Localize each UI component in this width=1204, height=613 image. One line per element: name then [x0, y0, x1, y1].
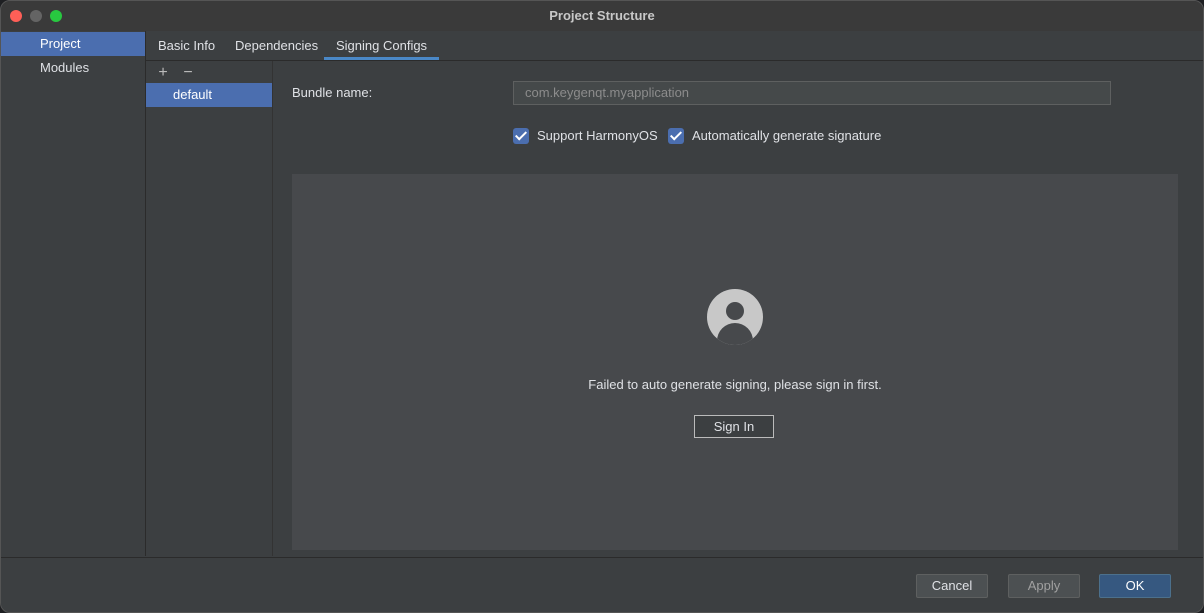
auto-generate-signature-checkbox[interactable]: Automatically generate signature: [668, 127, 881, 145]
support-harmonyos-label: Support HarmonyOS: [537, 128, 658, 143]
checkbox-checked-icon: [513, 127, 529, 144]
signing-config-form: Bundle name: com.keygenqt.myapplication …: [273, 61, 1203, 556]
remove-config-button[interactable]: −: [179, 64, 197, 82]
tab-basic-info[interactable]: Basic Info: [146, 31, 227, 60]
config-item-default[interactable]: default: [146, 83, 272, 107]
sign-in-message: Failed to auto generate signing, please …: [588, 377, 882, 392]
window-title: Project Structure: [549, 8, 655, 23]
tab-signing-configs[interactable]: Signing Configs: [324, 31, 440, 60]
title-bar: Project Structure: [1, 1, 1203, 32]
user-avatar-icon: [707, 289, 763, 345]
sign-in-button[interactable]: Sign In: [694, 415, 774, 438]
apply-button[interactable]: Apply: [1008, 574, 1080, 598]
project-structure-dialog: Project Structure Project Modules Basic …: [0, 0, 1204, 613]
signing-config-list: + − default: [146, 61, 273, 556]
checkbox-checked-icon: [668, 127, 684, 144]
tab-bar: Basic Info Dependencies Signing Configs: [146, 31, 1203, 61]
sign-in-panel: Failed to auto generate signing, please …: [292, 174, 1178, 550]
add-config-button[interactable]: +: [154, 64, 172, 82]
sidebar-item-modules[interactable]: Modules: [1, 56, 145, 80]
auto-generate-signature-label: Automatically generate signature: [692, 128, 882, 143]
bundle-name-label: Bundle name:: [292, 85, 373, 100]
ok-button[interactable]: OK: [1099, 574, 1171, 598]
bundle-name-field[interactable]: com.keygenqt.myapplication: [513, 81, 1111, 105]
tab-dependencies[interactable]: Dependencies: [223, 31, 330, 60]
sidebar-item-project[interactable]: Project: [1, 32, 145, 56]
support-harmonyos-checkbox[interactable]: Support HarmonyOS: [513, 127, 658, 145]
sidebar: Project Modules: [1, 31, 146, 556]
cancel-button[interactable]: Cancel: [916, 574, 988, 598]
dialog-footer: Cancel Apply OK: [1, 557, 1203, 612]
